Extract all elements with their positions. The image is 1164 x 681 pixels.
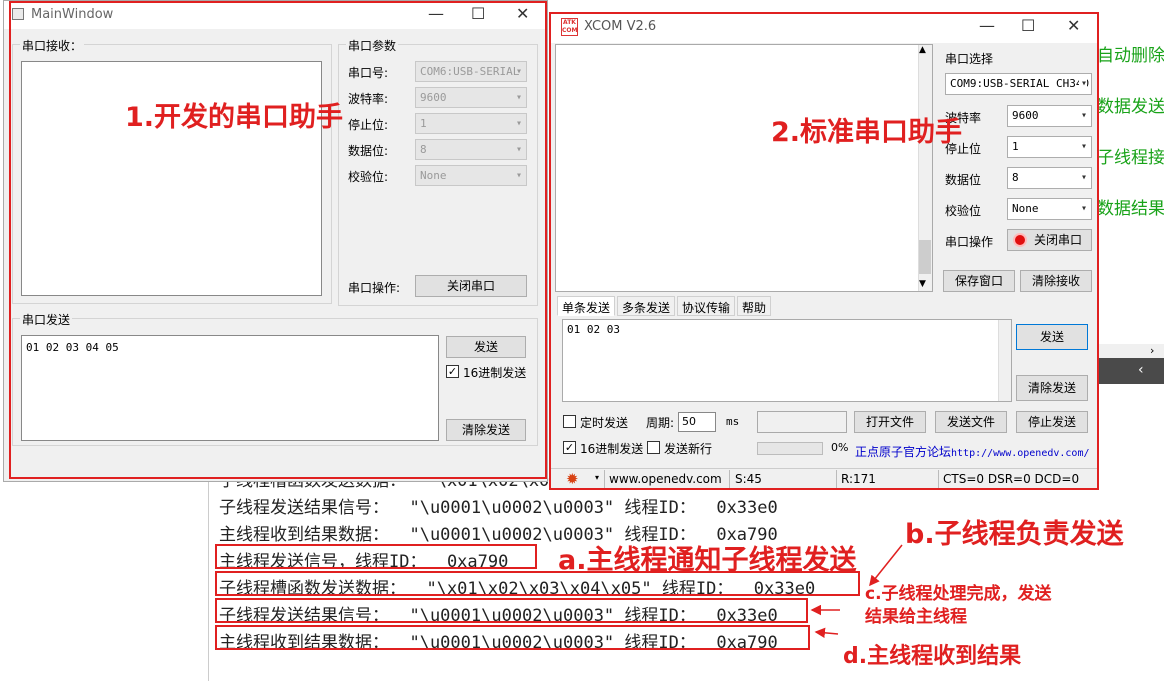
arrow-b xyxy=(869,544,903,587)
annotation-arrows xyxy=(810,544,903,639)
arrow-d xyxy=(814,627,839,639)
